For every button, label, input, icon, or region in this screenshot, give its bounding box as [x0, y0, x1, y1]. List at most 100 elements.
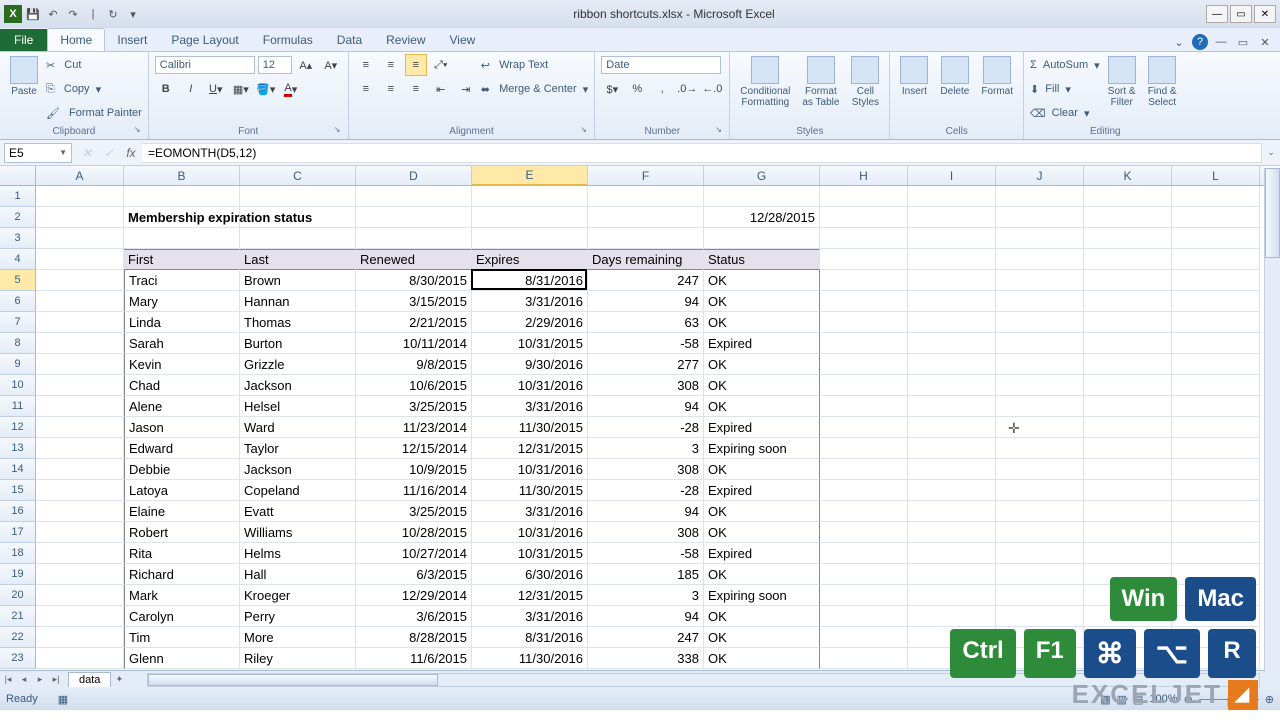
- cell[interactable]: [908, 459, 996, 480]
- increase-decimal-button[interactable]: .0→: [676, 78, 698, 100]
- cell[interactable]: [908, 270, 996, 291]
- cell[interactable]: [820, 627, 908, 648]
- column-header-D[interactable]: D: [356, 166, 472, 185]
- cell[interactable]: Renewed: [356, 249, 472, 270]
- cell[interactable]: Copeland: [240, 480, 356, 501]
- cell[interactable]: OK: [704, 396, 820, 417]
- cell[interactable]: [1172, 543, 1260, 564]
- cell[interactable]: [908, 354, 996, 375]
- cell[interactable]: [36, 480, 124, 501]
- cell[interactable]: 2/21/2015: [356, 312, 472, 333]
- cell[interactable]: [1172, 291, 1260, 312]
- cell[interactable]: [996, 501, 1084, 522]
- cell[interactable]: Hannan: [240, 291, 356, 312]
- cell[interactable]: Perry: [240, 606, 356, 627]
- cell[interactable]: 10/31/2015: [472, 333, 588, 354]
- cell[interactable]: [820, 459, 908, 480]
- cell[interactable]: [36, 522, 124, 543]
- cell[interactable]: 94: [588, 291, 704, 312]
- tab-review[interactable]: Review: [374, 29, 437, 51]
- cell[interactable]: [1172, 501, 1260, 522]
- row-header[interactable]: 21: [0, 606, 36, 627]
- currency-button[interactable]: $▾: [601, 78, 623, 100]
- cell[interactable]: [588, 207, 704, 228]
- cell[interactable]: [908, 312, 996, 333]
- cell[interactable]: [36, 354, 124, 375]
- cell[interactable]: 3: [588, 438, 704, 459]
- cell[interactable]: [240, 207, 356, 228]
- cell[interactable]: [996, 438, 1084, 459]
- cell[interactable]: [996, 291, 1084, 312]
- cell[interactable]: 10/11/2014: [356, 333, 472, 354]
- cell[interactable]: Burton: [240, 333, 356, 354]
- cell[interactable]: [36, 543, 124, 564]
- cell[interactable]: [820, 564, 908, 585]
- cell[interactable]: 308: [588, 459, 704, 480]
- cell[interactable]: [996, 207, 1084, 228]
- cell[interactable]: Kevin: [124, 354, 240, 375]
- cell[interactable]: [36, 291, 124, 312]
- cell[interactable]: OK: [704, 627, 820, 648]
- cell[interactable]: 277: [588, 354, 704, 375]
- cell[interactable]: 338: [588, 648, 704, 669]
- cell[interactable]: [908, 396, 996, 417]
- cell[interactable]: [1172, 438, 1260, 459]
- cell[interactable]: [1084, 228, 1172, 249]
- row-header[interactable]: 3: [0, 228, 36, 249]
- cell[interactable]: OK: [704, 375, 820, 396]
- tab-view[interactable]: View: [438, 29, 488, 51]
- cell[interactable]: 247: [588, 270, 704, 291]
- cell[interactable]: Last: [240, 249, 356, 270]
- column-header-A[interactable]: A: [36, 166, 124, 185]
- cell[interactable]: Richard: [124, 564, 240, 585]
- cell[interactable]: [356, 207, 472, 228]
- horizontal-scroll-thumb[interactable]: [148, 674, 438, 686]
- cell[interactable]: OK: [704, 270, 820, 291]
- repeat-icon[interactable]: ↻: [104, 5, 122, 23]
- cell[interactable]: 94: [588, 606, 704, 627]
- cell[interactable]: Glenn: [124, 648, 240, 669]
- cell[interactable]: [996, 480, 1084, 501]
- cell-styles-button[interactable]: Cell Styles: [847, 54, 883, 110]
- cell[interactable]: [820, 543, 908, 564]
- cell[interactable]: Jason: [124, 417, 240, 438]
- cell[interactable]: Jackson: [240, 375, 356, 396]
- cell[interactable]: [1172, 312, 1260, 333]
- font-color-button[interactable]: A▾: [280, 78, 302, 100]
- cell[interactable]: 94: [588, 501, 704, 522]
- cell[interactable]: [1172, 354, 1260, 375]
- cell[interactable]: [1084, 186, 1172, 207]
- row-header[interactable]: 13: [0, 438, 36, 459]
- column-header-I[interactable]: I: [908, 166, 996, 185]
- row-header[interactable]: 22: [0, 627, 36, 648]
- cell[interactable]: [908, 333, 996, 354]
- row-header[interactable]: 9: [0, 354, 36, 375]
- cell[interactable]: Robert: [124, 522, 240, 543]
- cell[interactable]: Days remaining: [588, 249, 704, 270]
- decrease-indent-button[interactable]: ⇤: [430, 78, 452, 100]
- cell[interactable]: [36, 648, 124, 669]
- cell[interactable]: Expired: [704, 543, 820, 564]
- cell[interactable]: [908, 291, 996, 312]
- conditional-formatting-button[interactable]: Conditional Formatting: [736, 54, 794, 110]
- row-header[interactable]: 16: [0, 501, 36, 522]
- cell[interactable]: Edward: [124, 438, 240, 459]
- cell[interactable]: Expiring soon: [704, 438, 820, 459]
- cell[interactable]: [36, 585, 124, 606]
- italic-button[interactable]: I: [180, 78, 202, 100]
- wrap-text-button[interactable]: ↩ Wrap Text: [481, 54, 589, 76]
- cell[interactable]: OK: [704, 522, 820, 543]
- save-icon[interactable]: 💾: [24, 5, 42, 23]
- column-header-L[interactable]: L: [1172, 166, 1260, 185]
- qat-dropdown-icon[interactable]: ▾: [124, 5, 142, 23]
- cell[interactable]: Expired: [704, 480, 820, 501]
- cell[interactable]: 10/28/2015: [356, 522, 472, 543]
- align-right-button[interactable]: ≡: [405, 78, 427, 100]
- row-header[interactable]: 4: [0, 249, 36, 270]
- cell[interactable]: [356, 228, 472, 249]
- cell[interactable]: [908, 543, 996, 564]
- cell[interactable]: [820, 606, 908, 627]
- font-size-select[interactable]: 12: [258, 56, 292, 74]
- cell[interactable]: [704, 186, 820, 207]
- cell[interactable]: [124, 186, 240, 207]
